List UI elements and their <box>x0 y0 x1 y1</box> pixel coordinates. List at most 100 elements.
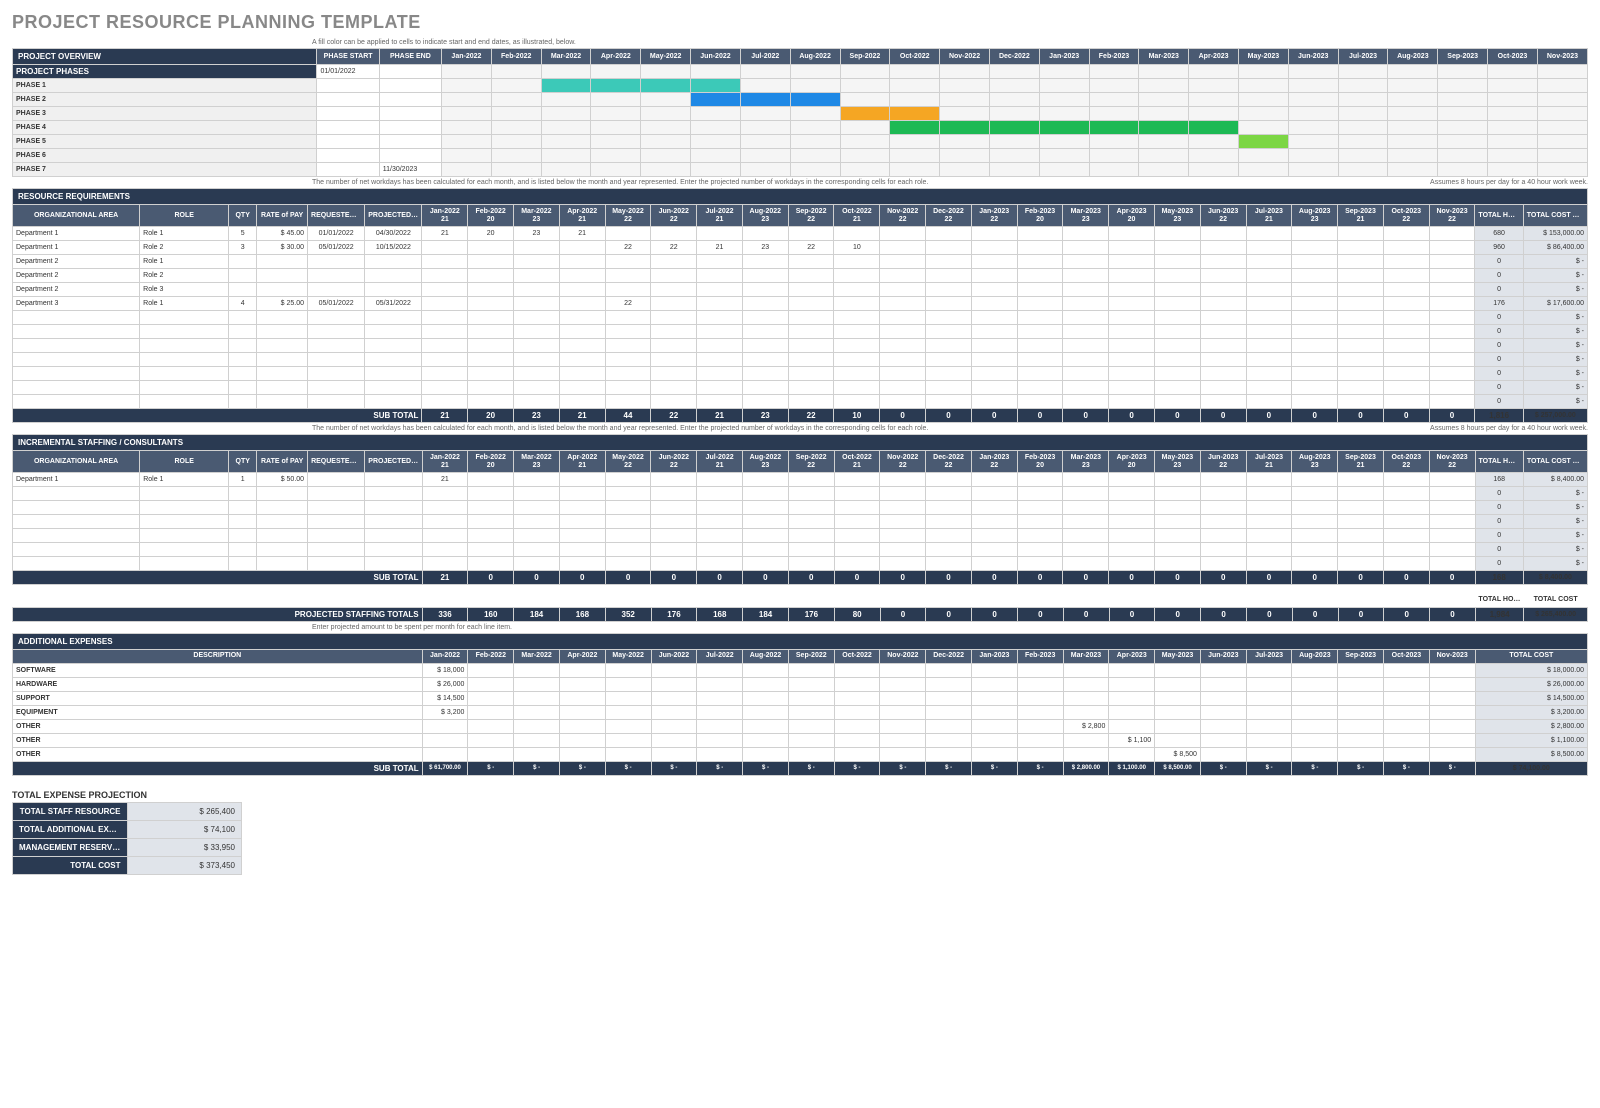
cell[interactable] <box>365 395 422 409</box>
gantt-cell[interactable] <box>1338 121 1388 135</box>
cell[interactable] <box>971 339 1017 353</box>
cell[interactable] <box>1338 269 1384 283</box>
cell[interactable] <box>1338 529 1384 543</box>
cell[interactable] <box>229 367 257 381</box>
gantt-cell[interactable] <box>1039 121 1089 135</box>
cell[interactable] <box>651 269 697 283</box>
cell[interactable] <box>1383 353 1429 367</box>
cell[interactable] <box>559 487 605 501</box>
cell[interactable]: Department 1 <box>13 241 140 255</box>
cell[interactable] <box>1200 269 1246 283</box>
cell[interactable] <box>605 367 651 381</box>
cell[interactable] <box>1429 473 1475 487</box>
gantt-cell[interactable] <box>1338 135 1388 149</box>
cell[interactable] <box>1109 297 1155 311</box>
cell[interactable] <box>317 79 379 93</box>
cell[interactable] <box>1338 733 1384 747</box>
cell[interactable] <box>926 255 972 269</box>
cell[interactable] <box>1017 543 1063 557</box>
cell[interactable] <box>1246 501 1292 515</box>
cell[interactable] <box>229 529 257 543</box>
cell[interactable] <box>1017 297 1063 311</box>
cell[interactable] <box>1429 395 1475 409</box>
cell[interactable] <box>559 747 605 761</box>
cell[interactable] <box>971 367 1017 381</box>
cell[interactable] <box>651 543 697 557</box>
cell[interactable] <box>605 705 651 719</box>
gantt-cell[interactable] <box>442 65 492 79</box>
cell[interactable] <box>605 677 651 691</box>
cell[interactable] <box>971 487 1017 501</box>
cell[interactable] <box>926 677 972 691</box>
cell[interactable] <box>605 747 651 761</box>
cell[interactable]: 10 <box>834 241 880 255</box>
cell[interactable] <box>1429 705 1475 719</box>
cell[interactable] <box>1109 353 1155 367</box>
cell[interactable] <box>742 353 788 367</box>
gantt-cell[interactable] <box>1189 65 1239 79</box>
cell[interactable] <box>365 339 422 353</box>
gantt-cell[interactable] <box>691 107 741 121</box>
cell[interactable] <box>1154 367 1200 381</box>
cell[interactable] <box>697 487 743 501</box>
cell[interactable] <box>559 325 605 339</box>
gantt-cell[interactable] <box>1288 149 1338 163</box>
cell[interactable] <box>1246 733 1292 747</box>
cell[interactable]: 22 <box>605 297 651 311</box>
gantt-cell[interactable] <box>740 149 790 163</box>
gantt-cell[interactable] <box>940 149 990 163</box>
gantt-cell[interactable] <box>1537 79 1587 93</box>
cell[interactable]: $ 3,200 <box>422 705 468 719</box>
cell[interactable] <box>834 381 880 395</box>
cell[interactable] <box>1063 339 1109 353</box>
gantt-cell[interactable] <box>790 65 840 79</box>
cell[interactable] <box>559 339 605 353</box>
cell[interactable]: 4 <box>229 297 257 311</box>
gantt-cell[interactable] <box>1089 79 1139 93</box>
cell[interactable] <box>1383 269 1429 283</box>
cell[interactable] <box>1246 381 1292 395</box>
cell[interactable] <box>788 283 834 297</box>
cell[interactable] <box>788 367 834 381</box>
cell[interactable] <box>1246 515 1292 529</box>
cell[interactable] <box>697 473 743 487</box>
gantt-cell[interactable] <box>491 121 541 135</box>
cell[interactable] <box>1109 557 1155 571</box>
cell[interactable] <box>605 733 651 747</box>
cell[interactable] <box>1292 747 1338 761</box>
cell[interactable] <box>308 501 365 515</box>
cell[interactable] <box>514 353 560 367</box>
gantt-cell[interactable] <box>442 93 492 107</box>
cell[interactable] <box>1200 529 1246 543</box>
cell[interactable] <box>880 283 926 297</box>
cell[interactable] <box>834 473 880 487</box>
gantt-cell[interactable] <box>1338 163 1388 177</box>
cell[interactable] <box>1383 557 1429 571</box>
cell[interactable]: Department 2 <box>13 283 140 297</box>
gantt-cell[interactable] <box>840 135 890 149</box>
cell[interactable]: $ 45.00 <box>257 227 308 241</box>
cell[interactable] <box>742 367 788 381</box>
cell[interactable]: 01/01/2022 <box>317 65 379 79</box>
cell[interactable] <box>743 719 789 733</box>
cell[interactable] <box>1109 283 1155 297</box>
cell[interactable] <box>926 501 972 515</box>
cell[interactable] <box>1292 501 1338 515</box>
gantt-cell[interactable] <box>1438 79 1488 93</box>
gantt-cell[interactable] <box>989 121 1039 135</box>
cell[interactable] <box>834 705 880 719</box>
cell[interactable] <box>1292 473 1338 487</box>
cell[interactable] <box>880 241 926 255</box>
gantt-cell[interactable] <box>1239 79 1289 93</box>
gantt-cell[interactable] <box>591 79 641 93</box>
cell[interactable] <box>926 283 972 297</box>
cell[interactable] <box>1154 395 1200 409</box>
cell[interactable] <box>605 227 651 241</box>
cell[interactable] <box>834 501 880 515</box>
cell[interactable] <box>743 663 789 677</box>
cell[interactable] <box>422 297 468 311</box>
gantt-cell[interactable] <box>491 135 541 149</box>
cell[interactable] <box>1200 241 1246 255</box>
cell[interactable] <box>1429 227 1475 241</box>
cell[interactable] <box>1383 311 1429 325</box>
